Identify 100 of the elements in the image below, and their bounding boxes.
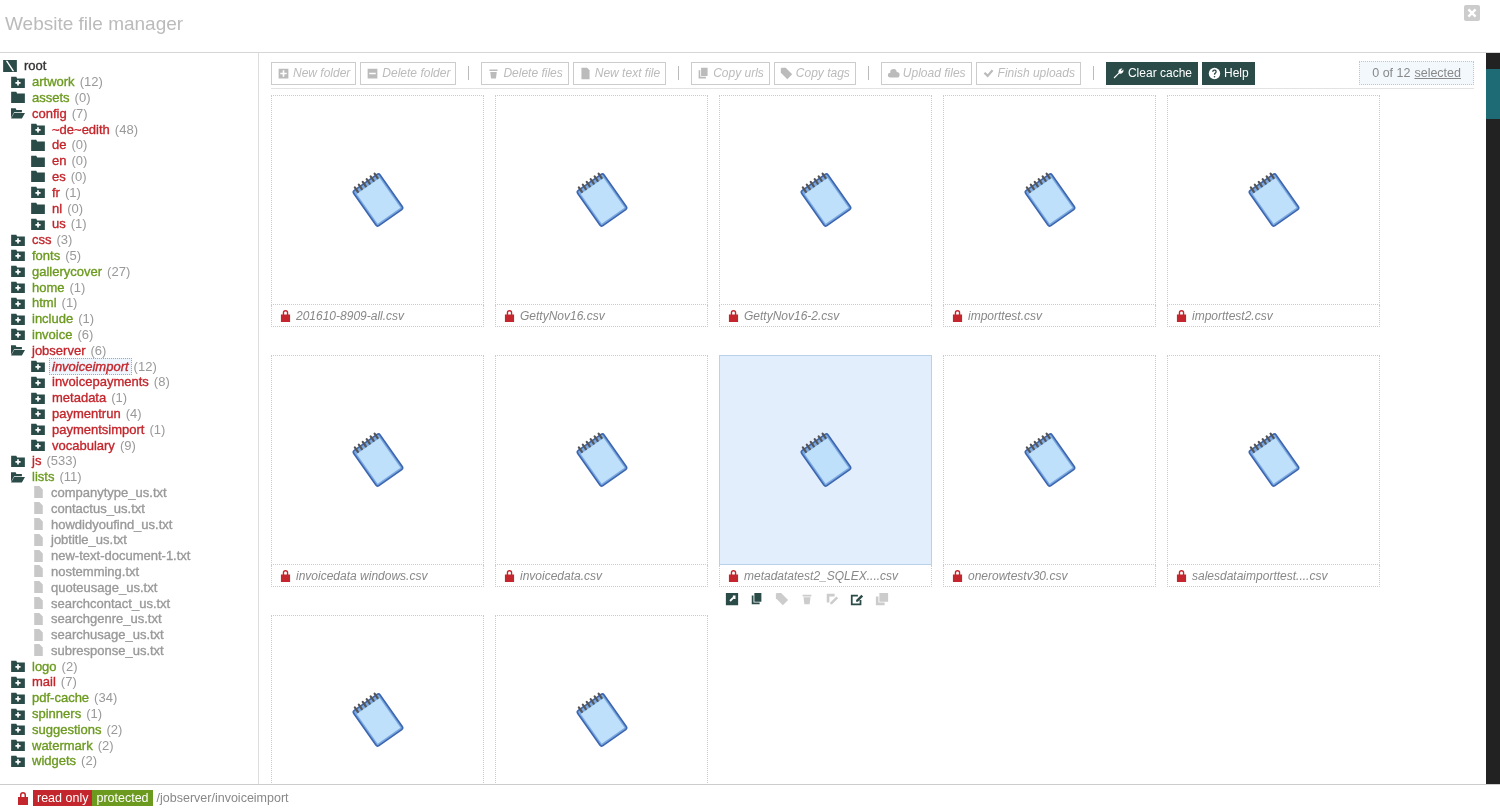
folder-name[interactable]: watermark — [29, 736, 96, 754]
folder-name[interactable]: ~de~edith — [49, 120, 113, 138]
toolbar-button[interactable]: Help — [1202, 61, 1255, 85]
expand-folder-icon[interactable] — [11, 754, 25, 767]
expand-folder-icon[interactable] — [11, 75, 25, 88]
item-count: (6) — [90, 342, 107, 358]
folder-name[interactable]: en — [49, 152, 70, 170]
file-name[interactable]: contactus_us.txt — [48, 499, 148, 517]
file-thumbnail[interactable] — [719, 95, 932, 305]
file-thumbnail[interactable] — [719, 355, 932, 565]
folder-name[interactable]: assets — [29, 89, 73, 106]
folder-name[interactable]: html — [29, 294, 60, 312]
toolbar-button[interactable]: Clear cache — [1105, 61, 1198, 85]
folder-name[interactable]: gallerycover — [29, 262, 106, 280]
folder-name[interactable]: home — [29, 278, 68, 296]
selected-link[interactable]: selected — [1414, 66, 1461, 80]
expand-folder-icon[interactable] — [11, 312, 25, 325]
folder-name[interactable]: js — [29, 452, 45, 470]
folder-name[interactable]: config — [29, 104, 70, 122]
file-thumbnail[interactable] — [495, 95, 708, 305]
expand-folder-icon[interactable] — [31, 186, 45, 199]
edit-icon — [850, 592, 864, 606]
expand-folder-icon[interactable] — [31, 217, 45, 230]
folder-name[interactable]: invoice — [29, 325, 76, 343]
folder-name[interactable]: pdf-cache — [29, 689, 93, 707]
folder-name[interactable]: widgets — [29, 752, 80, 770]
expand-folder-icon[interactable] — [31, 123, 45, 136]
expand-folder-icon[interactable] — [31, 407, 45, 420]
expand-folder-icon[interactable] — [11, 233, 25, 246]
expand-folder-icon[interactable] — [11, 691, 25, 704]
file-thumbnail[interactable] — [271, 355, 484, 565]
file-name[interactable]: searchgenre_us.txt — [48, 610, 165, 628]
folder-name[interactable]: paymentrun — [49, 404, 124, 422]
folder-name[interactable]: fr — [49, 183, 63, 201]
item-count: (1) — [70, 216, 87, 232]
folder-name[interactable]: suggestions — [29, 720, 105, 738]
item-count: (1) — [78, 311, 95, 327]
expand-folder-icon[interactable] — [11, 660, 25, 673]
lock-icon — [17, 791, 29, 805]
expand-folder-icon[interactable] — [31, 375, 45, 388]
expand-folder-icon[interactable] — [31, 423, 45, 436]
file-thumbnail[interactable] — [495, 615, 708, 784]
file-name[interactable]: new-text-document-1.txt — [48, 547, 194, 565]
folder-name[interactable]: metadata — [49, 389, 110, 407]
folder-name[interactable]: logo — [29, 657, 60, 675]
help-icon — [1208, 66, 1221, 80]
expand-folder-icon[interactable] — [11, 707, 25, 720]
folder-name[interactable]: de — [49, 136, 70, 154]
expand-folder-icon[interactable] — [11, 281, 25, 294]
scrollbar[interactable] — [1486, 53, 1500, 784]
file-thumbnail[interactable] — [1167, 355, 1380, 565]
expand-folder-icon[interactable] — [11, 249, 25, 262]
folder-name[interactable]: nl — [49, 199, 66, 217]
folder-name[interactable]: invoicepayments — [49, 373, 152, 391]
expand-folder-icon[interactable] — [11, 328, 25, 341]
file-thumbnail[interactable] — [1167, 95, 1380, 305]
folder-name[interactable]: include — [29, 310, 77, 328]
folder-name[interactable]: css — [29, 231, 55, 249]
file-thumbnail[interactable] — [271, 615, 484, 784]
folder-name[interactable]: us — [49, 215, 69, 233]
folder-name[interactable]: invoiceimport — [49, 357, 132, 375]
folder-name[interactable]: paymentsimport — [49, 420, 148, 438]
file-name[interactable]: searchcontact_us.txt — [48, 594, 174, 612]
file-thumbnail[interactable] — [271, 95, 484, 305]
expand-folder-icon[interactable] — [31, 360, 45, 373]
expand-folder-icon[interactable] — [11, 454, 25, 467]
expand-folder-icon[interactable] — [11, 675, 25, 688]
tag-icon — [775, 592, 789, 606]
expand-folder-icon[interactable] — [31, 439, 45, 451]
file-thumbnail[interactable] — [943, 355, 1156, 565]
copy-icon — [697, 66, 711, 80]
expand-folder-icon[interactable] — [11, 265, 25, 278]
file-name[interactable]: companytype_us.txt — [48, 483, 170, 501]
expand-folder-icon[interactable] — [31, 391, 45, 404]
file-thumbnail[interactable] — [943, 95, 1156, 305]
open-folder-icon[interactable] — [11, 107, 25, 120]
folder-name[interactable]: es — [49, 168, 69, 185]
file-name[interactable]: subresponse_us.txt — [48, 641, 167, 659]
open-folder-icon[interactable] — [11, 470, 25, 483]
file-name[interactable]: jobtitle_us.txt — [48, 531, 130, 549]
folder-name[interactable]: spinners — [29, 705, 85, 723]
file-name[interactable]: searchusage_us.txt — [48, 626, 167, 644]
folder-name[interactable]: jobserver — [29, 341, 89, 359]
folder-name[interactable]: vocabulary — [49, 436, 118, 454]
folder-name[interactable]: lists — [29, 468, 58, 486]
expand-folder-icon[interactable] — [11, 723, 25, 736]
file-name[interactable]: howdidyoufind_us.txt — [48, 515, 176, 533]
folder-name[interactable]: root — [21, 57, 50, 75]
file-icon — [33, 549, 44, 562]
folder-name[interactable]: mail — [29, 673, 59, 691]
expand-folder-icon[interactable] — [11, 739, 25, 752]
file-name[interactable]: nostemming.txt — [48, 562, 143, 580]
folder-name[interactable]: artwork — [29, 73, 78, 91]
file-name: salesdataimporttest....csv — [1192, 568, 1328, 583]
folder-name[interactable]: fonts — [29, 246, 64, 264]
file-thumbnail[interactable] — [495, 355, 708, 565]
open-folder-icon[interactable] — [11, 344, 25, 357]
file-icon — [33, 581, 44, 594]
expand-folder-icon[interactable] — [11, 296, 25, 309]
file-name[interactable]: quoteusage_us.txt — [48, 578, 161, 596]
